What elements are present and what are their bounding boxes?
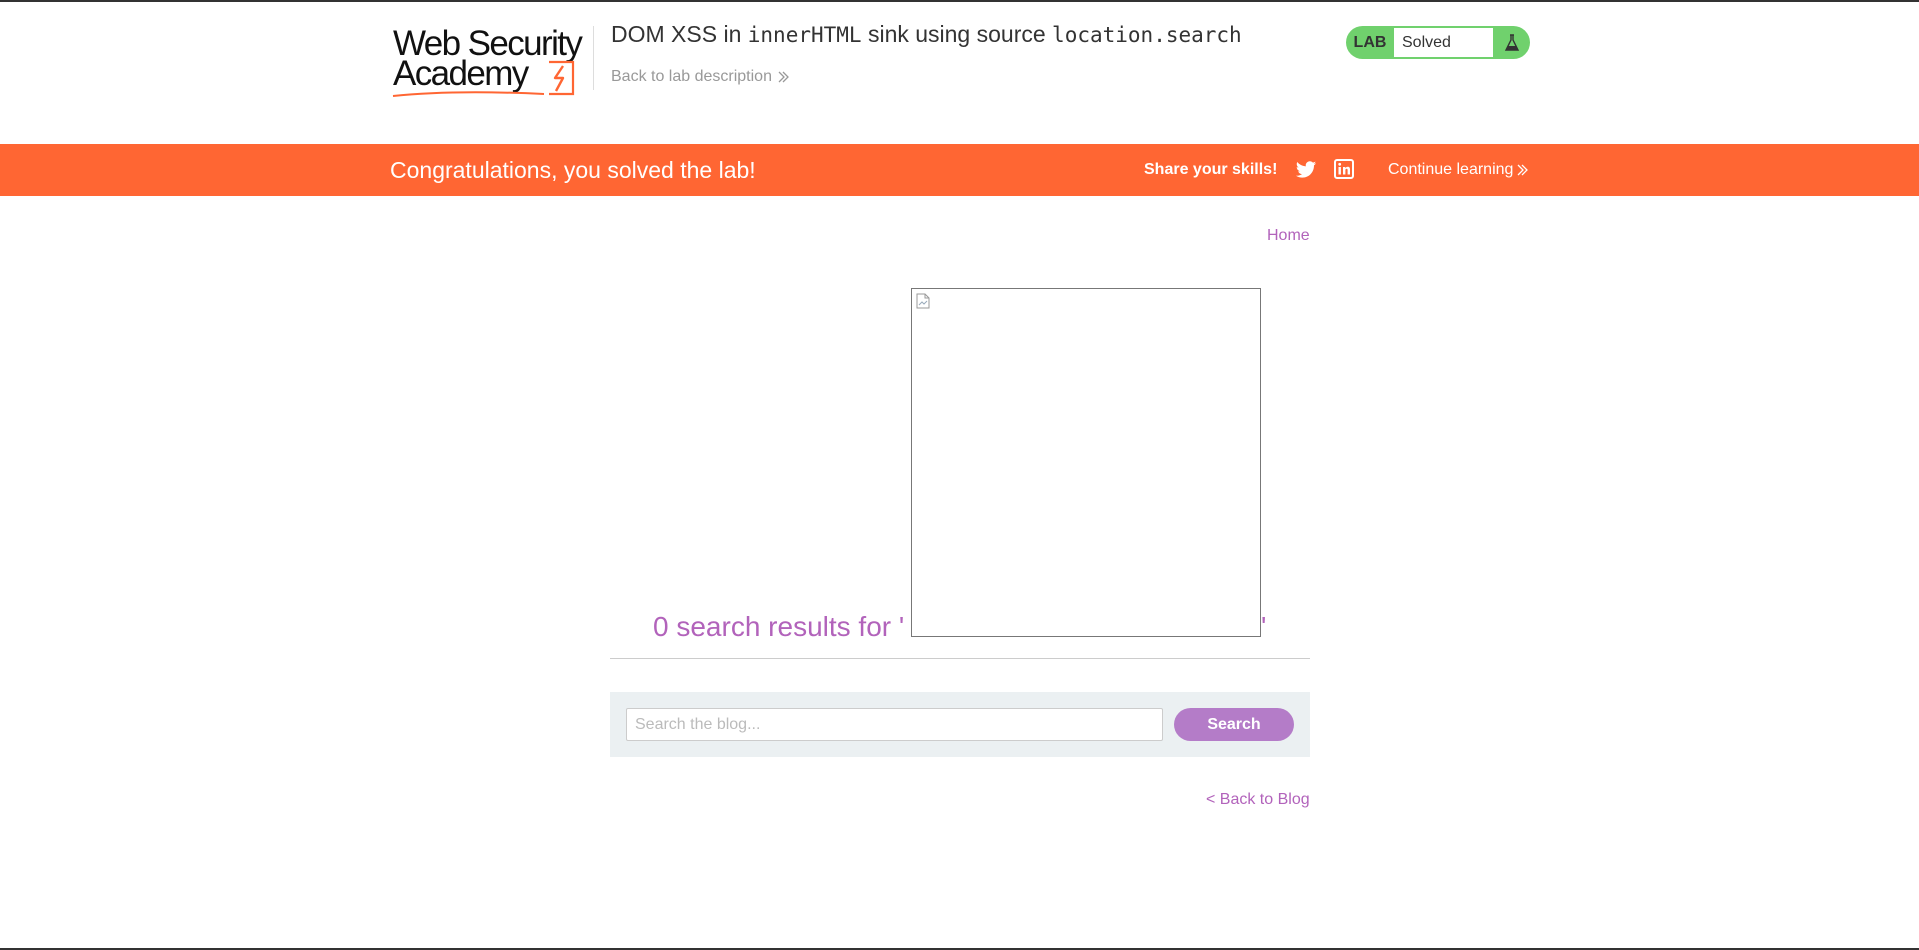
blog-search-form: Search <box>610 692 1310 757</box>
twitter-share-button[interactable] <box>1295 159 1317 181</box>
lab-title-code-innerhtml: innerHTML <box>747 23 862 47</box>
lab-title: DOM XSS in innerHTML sink using source l… <box>611 21 1242 48</box>
lab-status-widget: LAB Solved <box>1346 26 1530 59</box>
double-chevron-right-icon <box>778 71 789 83</box>
linkedin-icon <box>1334 159 1354 179</box>
search-results-heading-close-quote: ' <box>1261 611 1267 642</box>
logo-text-line2: Academy <box>393 54 529 93</box>
broken-image <box>911 288 1261 637</box>
linkedin-share-button[interactable] <box>1334 159 1354 179</box>
continue-learning-link[interactable]: Continue learning <box>1388 161 1529 179</box>
twitter-icon <box>1295 161 1317 178</box>
flask-icon <box>1493 26 1530 59</box>
back-to-blog-link[interactable]: < Back to Blog <box>1206 791 1310 809</box>
continue-learning-label: Continue learning <box>1388 161 1514 178</box>
search-results-heading: 0 search results for ' <box>653 611 905 642</box>
lab-header: Web Security Academy DOM XSS in innerHTM… <box>0 2 1919 144</box>
lab-status-label: LAB <box>1353 33 1387 51</box>
web-security-academy-logo[interactable]: Web Security Academy <box>391 22 591 100</box>
lightning-bolt-icon <box>549 60 575 96</box>
search-button[interactable]: Search <box>1174 708 1294 741</box>
lab-title-code-location-search: location.search <box>1052 23 1242 47</box>
congratulations-message: Congratulations, you solved the lab! <box>390 157 756 183</box>
lab-title-middle: sink using source <box>861 21 1053 47</box>
search-input[interactable] <box>626 708 1163 741</box>
solved-banner: Congratulations, you solved the lab! Sha… <box>0 144 1919 196</box>
header-divider <box>593 26 594 90</box>
divider <box>610 658 1310 659</box>
lab-status-text: Solved <box>1394 28 1493 57</box>
logo-underline-icon <box>392 91 545 97</box>
lab-title-prefix: DOM XSS in <box>611 21 748 47</box>
home-link[interactable]: Home <box>1267 227 1310 245</box>
double-chevron-right-icon <box>1517 164 1529 176</box>
back-to-lab-description-link[interactable]: Back to lab description <box>611 68 790 86</box>
back-to-lab-description-label: Back to lab description <box>611 68 772 85</box>
share-skills-label: Share your skills! <box>1144 161 1278 178</box>
broken-image-icon <box>916 293 930 309</box>
